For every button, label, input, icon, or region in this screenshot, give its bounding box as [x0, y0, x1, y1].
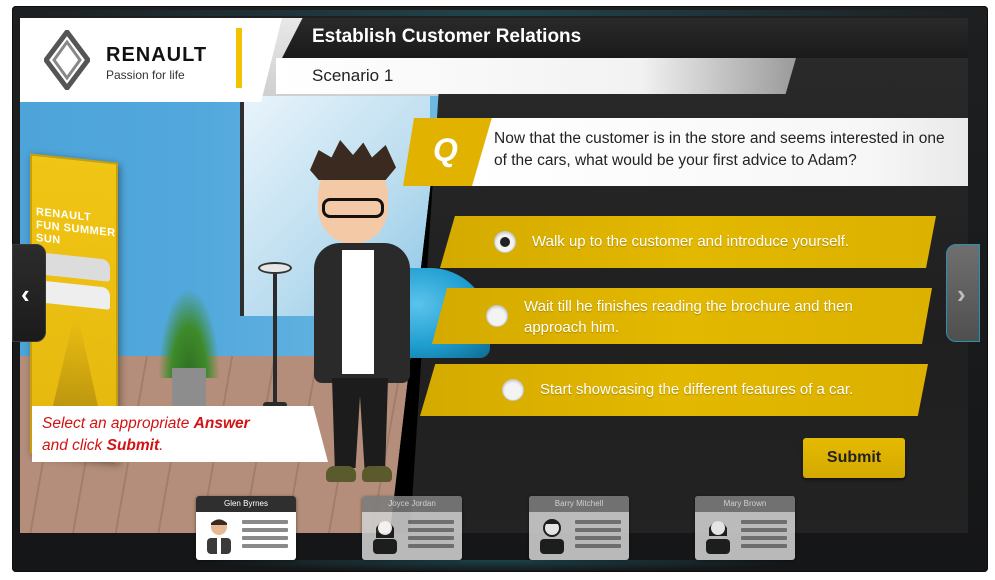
character-card-glen-byrnes[interactable]: Glen Byrnes [196, 496, 296, 560]
poster-car-image [40, 252, 110, 282]
submit-button[interactable]: Submit [803, 438, 905, 478]
poster-title: RENAULT FUN SUMMER SUN [36, 206, 116, 247]
renault-logo-icon [44, 30, 90, 90]
radio-button-selected[interactable] [494, 231, 516, 253]
chevron-left-icon: ‹ [21, 279, 30, 309]
character-card-name: Joyce Jordan [362, 496, 462, 512]
brand-logo-panel: RENAULT Passion for life [20, 18, 282, 102]
avatar-man-icon [207, 519, 231, 554]
plant [158, 288, 220, 378]
scenario-label: Scenario 1 [312, 66, 394, 85]
answer-option-1[interactable]: Walk up to the customer and introduce yo… [440, 216, 936, 268]
card-info-lines [741, 520, 787, 552]
brand-name: RENAULT [106, 44, 208, 66]
cards-glow [190, 560, 810, 572]
lamp-shade [258, 262, 292, 274]
avatar-man-icon [540, 519, 564, 554]
card-info-lines [408, 520, 454, 552]
character-card-name: Glen Byrnes [196, 496, 296, 512]
frame-glow [20, 10, 978, 16]
page-title: Establish Customer Relations [312, 26, 582, 47]
instruction-emphasis: Submit [106, 437, 160, 454]
chevron-right-icon: › [957, 279, 966, 309]
instruction-box: Select an appropriate Answer and click Su… [32, 406, 328, 462]
answer-option-3[interactable]: Start showcasing the different features … [420, 364, 928, 416]
subtitle-bar: Scenario 1 [276, 58, 796, 94]
stage: RENAULT FUN SUMMER SUN RENAULT Passion f… [20, 18, 968, 533]
previous-button[interactable]: ‹ [12, 244, 46, 342]
card-info-lines [575, 520, 621, 552]
instruction-text: Select an appropriate Answer and click Su… [42, 413, 250, 457]
radio-button[interactable] [502, 379, 524, 401]
character-shoe [326, 466, 356, 482]
character-card-barry-mitchell[interactable]: Barry Mitchell [529, 496, 629, 560]
brand-accent-bar [236, 28, 242, 88]
character-card-joyce-jordan[interactable]: Joyce Jordan [362, 496, 462, 560]
question-box: Now that the customer is in the store an… [472, 118, 968, 186]
lamp-pole [273, 274, 277, 404]
next-button[interactable]: › [946, 244, 980, 342]
answer-option-2[interactable]: Wait till he finishes reading the brochu… [432, 288, 932, 344]
instruction-emphasis: Answer [193, 415, 250, 432]
answer-option-label: Walk up to the customer and introduce yo… [532, 233, 850, 250]
answer-option-label: Start showcasing the different features … [540, 381, 854, 398]
character-card-name: Barry Mitchell [529, 496, 629, 512]
question-text: Now that the customer is in the store an… [494, 130, 945, 169]
instruction-part: and click [42, 437, 107, 454]
poster-car-image [40, 280, 110, 310]
character-glasses [322, 198, 384, 218]
character-shirt [342, 250, 374, 374]
character-shoe [362, 466, 392, 482]
radio-button[interactable] [486, 305, 508, 327]
avatar-woman-icon [373, 521, 397, 554]
instruction-part: . [159, 437, 164, 454]
avatar-woman-icon [706, 521, 730, 554]
brand-tagline: Passion for life [106, 68, 185, 82]
question-badge-letter: Q [433, 132, 458, 168]
card-info-lines [242, 520, 288, 552]
character-card-mary-brown[interactable]: Mary Brown [695, 496, 795, 560]
instruction-part: Select an appropriate [42, 415, 194, 432]
title-bar: Establish Customer Relations [282, 18, 968, 58]
answer-option-label: Wait till he finishes reading the brochu… [524, 298, 853, 336]
character-card-name: Mary Brown [695, 496, 795, 512]
